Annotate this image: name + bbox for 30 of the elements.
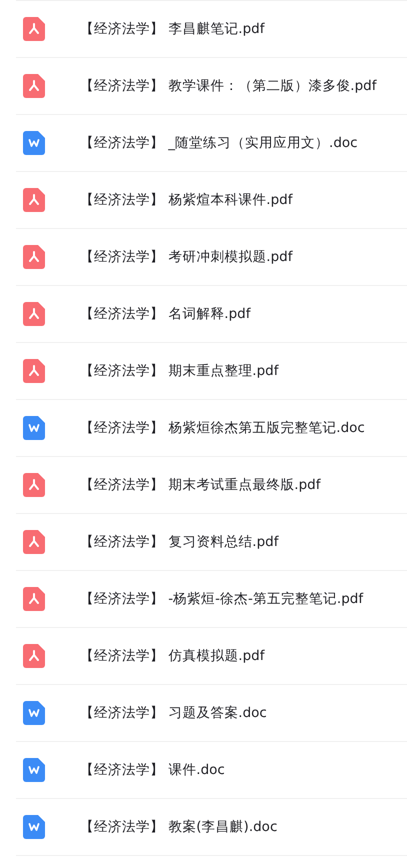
pdf-file-icon <box>23 359 45 383</box>
pdf-file-icon <box>23 473 45 497</box>
file-name[interactable]: 【经济法学】 考研冲刺模拟题.pdf <box>80 248 292 266</box>
pdf-file-icon <box>23 188 45 212</box>
pdf-file-icon <box>23 74 45 98</box>
pdf-file-icon <box>23 644 45 668</box>
file-name[interactable]: 【经济法学】 期末考试重点最终版.pdf <box>80 476 320 494</box>
pdf-file-icon <box>23 530 45 554</box>
word-file-icon <box>23 416 45 440</box>
file-name[interactable]: 【经济法学】 教学课件：（第二版）漆多俊.pdf <box>80 77 376 95</box>
file-name[interactable]: 【经济法学】 杨紫烜徐杰第五版完整笔记.doc <box>80 419 365 437</box>
pdf-file-icon <box>23 17 45 41</box>
file-name[interactable]: 【经济法学】 仿真模拟题.pdf <box>80 647 264 665</box>
word-file-icon <box>23 758 45 782</box>
file-name[interactable]: 【经济法学】 教案(李昌麒).doc <box>80 818 278 836</box>
file-name[interactable]: 【经济法学】 -杨紫烜-徐杰-第五完整笔记.pdf <box>80 590 364 608</box>
pdf-file-icon <box>23 587 45 611</box>
file-name[interactable]: 【经济法学】 课件.doc <box>80 761 225 779</box>
word-file-icon <box>23 815 45 839</box>
file-name[interactable]: 【经济法学】 李昌麒笔记.pdf <box>80 20 264 38</box>
pdf-file-icon <box>23 302 45 326</box>
file-name[interactable]: 【经济法学】 _随堂练习（实用应用文）.doc <box>80 134 358 152</box>
word-file-icon <box>23 701 45 725</box>
file-name[interactable]: 【经济法学】 期末重点整理.pdf <box>80 362 278 380</box>
file-name[interactable]: 【经济法学】 杨紫煊本科课件.pdf <box>80 191 292 209</box>
word-file-icon <box>23 131 45 155</box>
file-name[interactable]: 【经济法学】 复习资料总结.pdf <box>80 533 278 551</box>
pdf-file-icon <box>23 245 45 269</box>
file-name[interactable]: 【经济法学】 习题及答案.doc <box>80 704 267 722</box>
file-name[interactable]: 【经济法学】 名词解释.pdf <box>80 305 250 323</box>
